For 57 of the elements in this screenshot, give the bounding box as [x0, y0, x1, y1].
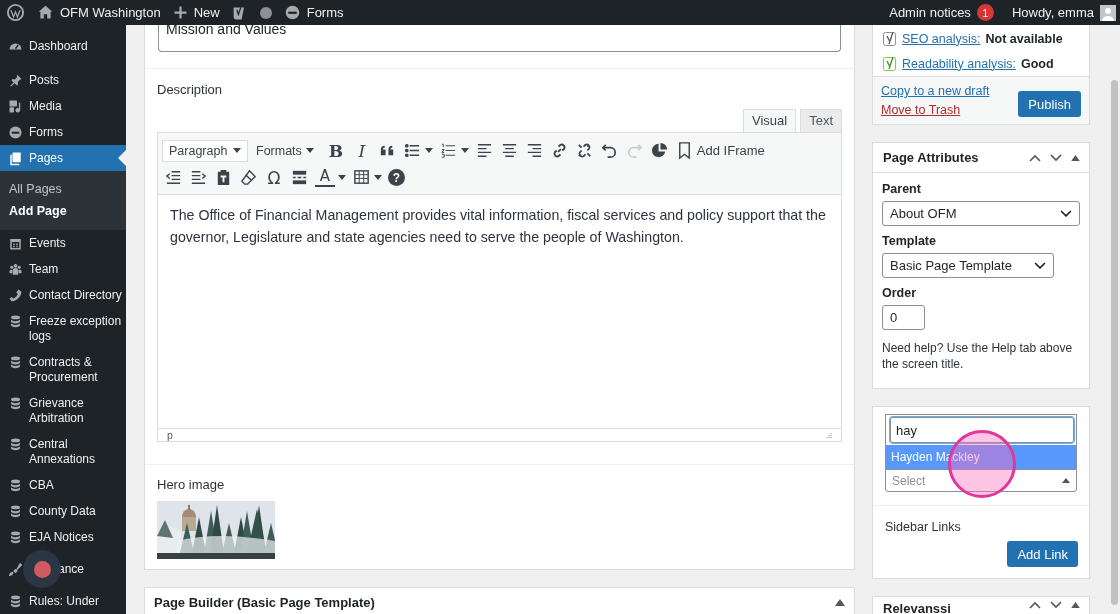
sidebar-item[interactable]: County Data — [0, 498, 126, 524]
editor-tab[interactable]: Visual — [742, 109, 797, 132]
add-iframe-button[interactable]: Add IFrame — [672, 138, 767, 163]
sidebar-item[interactable]: CBA — [0, 472, 126, 498]
copy-draft-link[interactable]: Copy to a new draft — [881, 84, 990, 98]
order-field[interactable]: 0 — [882, 305, 925, 330]
search-field[interactable]: hay — [890, 417, 1074, 443]
admin-notices-menu[interactable]: Admin notices — [889, 5, 971, 20]
sidebar-item[interactable]: Media — [0, 93, 126, 119]
editor-tab[interactable]: Text — [800, 109, 842, 132]
field-label: Order — [882, 286, 918, 300]
panel-title: Page Builder (Basic Page Template) — [154, 594, 375, 610]
new-menu[interactable]: New — [193, 5, 220, 20]
publish-button[interactable]: Publish — [1018, 91, 1081, 117]
field-label: Sidebar Links — [885, 520, 962, 534]
special-character-button[interactable]: Ω — [262, 165, 286, 190]
formats-menu[interactable]: Formats — [256, 143, 314, 158]
text-color-button[interactable]: A — [313, 165, 348, 190]
sidebar-item[interactable]: Contracts & Procurement — [0, 349, 126, 390]
editor-text: The Office of Financial Management provides vital information, fiscal services and policy support that the governor, Legislature and state agencies need to serve the people of Washington. — [169, 206, 827, 247]
analysis-link[interactable]: Readability analysis: — [902, 56, 1016, 71]
forms-menu[interactable]: Forms — [306, 5, 344, 20]
sidebar-item[interactable]: Freeze exception logs — [0, 308, 126, 349]
template-dropdown[interactable]: Basic Page Template — [882, 253, 1054, 278]
sidebar-item[interactable]: Dashboard — [0, 33, 126, 59]
analysis-link[interactable]: SEO analysis: — [902, 31, 981, 46]
sidebar-item[interactable]: Grievance Arbitration — [0, 390, 126, 431]
sidebar-item[interactable]: Rules: Under — [0, 588, 126, 614]
element-path: p — [167, 429, 173, 441]
analysis-result: Not available — [985, 31, 1063, 46]
italic-button[interactable]: I — [349, 138, 374, 163]
format-dropdown[interactable]: Paragraph — [162, 139, 248, 162]
analysis-result: Good — [1020, 56, 1054, 71]
submenu-item[interactable]: All Pages — [0, 178, 126, 200]
field-label: Hero image — [157, 477, 226, 492]
bold-button[interactable]: B — [323, 138, 348, 163]
sidebar-item[interactable]: Contact Directory — [0, 282, 126, 308]
trash-link[interactable]: Move to Trash — [881, 103, 990, 117]
help-text: Need help? Use the Help tab above the screen title. — [882, 340, 1074, 372]
parent-dropdown[interactable]: About OFM — [882, 201, 1080, 226]
sidebar-item[interactable]: Forms — [0, 119, 126, 145]
submenu-item[interactable]: Add Page — [0, 200, 126, 222]
user-greeting[interactable]: Howdy, emma — [1011, 5, 1094, 20]
field-label: Description — [157, 82, 224, 97]
field-label: Parent — [882, 182, 922, 196]
sidebar-item[interactable]: Team — [0, 256, 126, 282]
sidebar-item[interactable]: Central Annexations — [0, 431, 126, 472]
add-link-button[interactable]: Add Link — [1007, 541, 1078, 567]
sidebar-item[interactable]: Posts — [0, 67, 126, 93]
panel-title: Relevanssi — [883, 601, 951, 614]
sidebar-item[interactable]: EJA Notices — [0, 524, 126, 550]
field-label: Template — [882, 234, 937, 248]
notification-badge: 1 — [976, 4, 994, 21]
site-name[interactable]: OFM Washington — [60, 5, 161, 20]
panel-title: Page Attributes — [883, 150, 979, 165]
sidebar-item[interactable]: Pages — [0, 145, 126, 171]
sidebar-item[interactable]: Events — [0, 230, 126, 256]
